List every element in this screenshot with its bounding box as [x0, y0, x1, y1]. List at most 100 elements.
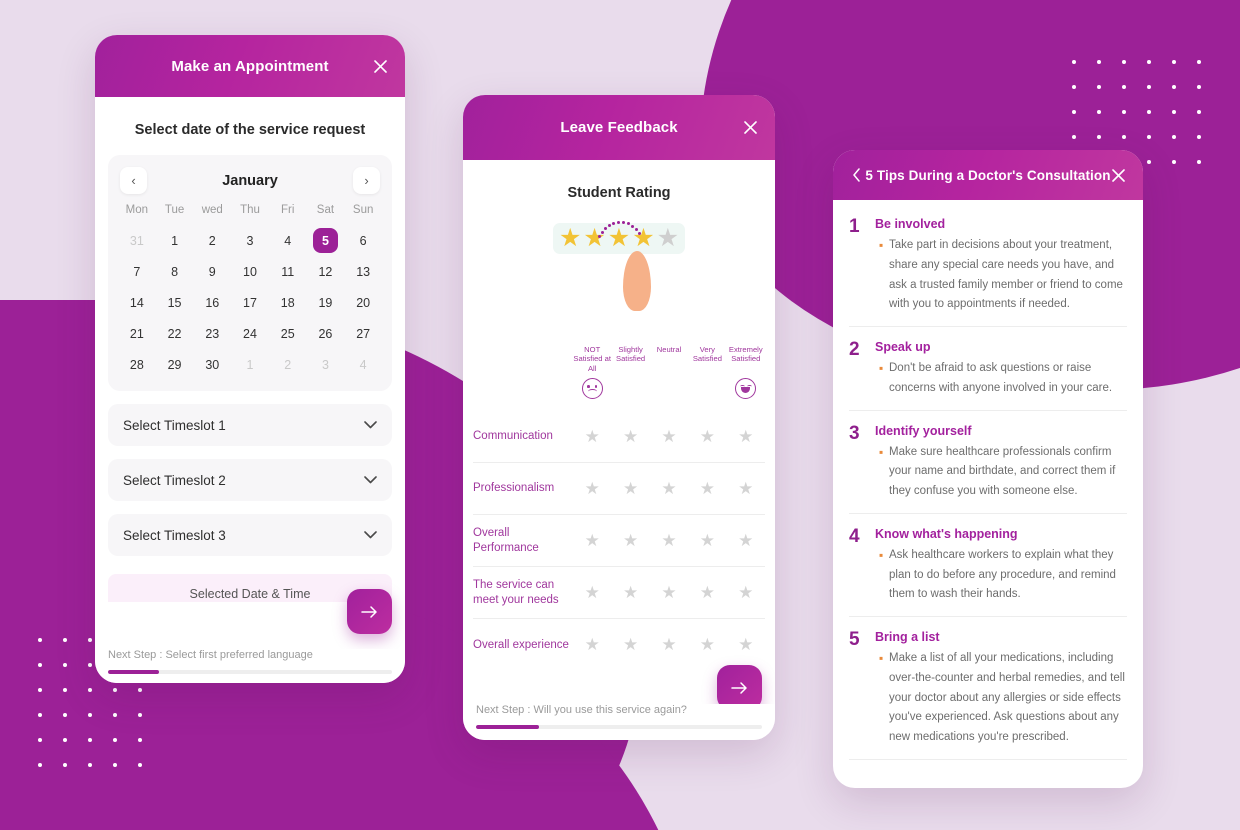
- timeslot-select-3[interactable]: Select Timeslot 3: [108, 514, 392, 556]
- arrow-right-icon: [731, 681, 747, 694]
- illustration-star: ★: [583, 224, 606, 252]
- feedback-card: Leave Feedback Student Rating ★ ★ ★ ★ ★ NOT …: [463, 95, 775, 740]
- tip-title: Identify yourself: [875, 423, 972, 438]
- bullet-icon: ▪: [879, 547, 884, 562]
- chevron-left-icon[interactable]: [845, 164, 867, 186]
- tip-text: ▪ Take part in decisions about your treat…: [875, 236, 1127, 315]
- calendar-day[interactable]: 28: [118, 352, 156, 377]
- calendar-day[interactable]: 15: [156, 290, 194, 315]
- rating-star[interactable]: ★: [623, 635, 638, 655]
- tip-item: 2 Speak up ▪ Don't be afraid to ask questio…: [849, 327, 1127, 411]
- tip-paragraph: Make a list of all your medications, inc…: [889, 652, 1125, 744]
- calendar-weekday: Sun: [352, 204, 374, 216]
- rating-star[interactable]: ★: [738, 479, 753, 499]
- timeslot-select-2[interactable]: Select Timeslot 2: [108, 459, 392, 501]
- rating-star[interactable]: ★: [585, 531, 600, 551]
- appointment-next-button[interactable]: [347, 589, 392, 634]
- rating-star[interactable]: ★: [661, 479, 676, 499]
- calendar-day[interactable]: 4: [344, 352, 382, 377]
- calendar-day[interactable]: 4: [269, 228, 307, 253]
- calendar-day[interactable]: 23: [193, 321, 231, 346]
- chevron-down-icon: [364, 528, 377, 542]
- rating-star[interactable]: ★: [585, 479, 600, 499]
- rating-star[interactable]: ★: [623, 531, 638, 551]
- chevron-right-icon[interactable]: ›: [353, 167, 380, 194]
- calendar-day[interactable]: 13: [344, 259, 382, 284]
- rating-scale-labels: NOT Satisfied at All Slightly Satisfied Ne…: [473, 345, 765, 373]
- calendar-weekday: Tue: [164, 204, 185, 216]
- rating-star[interactable]: ★: [585, 635, 600, 655]
- scale-label: Neutral: [656, 345, 682, 354]
- calendar-day[interactable]: 27: [344, 321, 382, 346]
- scale-label: NOT Satisfied at All: [573, 345, 611, 373]
- timeslot-label: Select Timeslot 2: [123, 472, 226, 488]
- chevron-down-icon: [364, 473, 377, 487]
- rating-star[interactable]: ★: [585, 583, 600, 603]
- close-icon[interactable]: [739, 117, 761, 139]
- rating-star[interactable]: ★: [661, 635, 676, 655]
- calendar-day[interactable]: 1: [231, 352, 269, 377]
- rating-star[interactable]: ★: [738, 427, 753, 447]
- calendar-weekday: Thu: [240, 204, 260, 216]
- rating-star[interactable]: ★: [661, 531, 676, 551]
- rating-star[interactable]: ★: [738, 531, 753, 551]
- tip-title: Know what's happening: [875, 526, 1018, 541]
- calendar-day[interactable]: 3: [307, 352, 345, 377]
- calendar-day[interactable]: 21: [118, 321, 156, 346]
- calendar-day[interactable]: 11: [269, 259, 307, 284]
- calendar-day[interactable]: 2: [269, 352, 307, 377]
- rating-star[interactable]: ★: [623, 583, 638, 603]
- calendar-day[interactable]: 22: [156, 321, 194, 346]
- calendar-day[interactable]: 2: [193, 228, 231, 253]
- calendar-day[interactable]: 6: [344, 228, 382, 253]
- calendar-day[interactable]: 9: [193, 259, 231, 284]
- calendar-day[interactable]: 14: [118, 290, 156, 315]
- rating-star[interactable]: ★: [661, 427, 676, 447]
- rating-row: The service can meet your needs ★ ★ ★ ★ ★: [473, 567, 765, 620]
- rating-row: Overall experience ★ ★ ★ ★ ★: [473, 619, 765, 671]
- calendar-day[interactable]: 12: [307, 259, 345, 284]
- rating-star[interactable]: ★: [585, 427, 600, 447]
- rating-star[interactable]: ★: [700, 583, 715, 603]
- happy-face-icon: [735, 378, 757, 400]
- calendar-day[interactable]: 1: [156, 228, 194, 253]
- calendar-day[interactable]: 8: [156, 259, 194, 284]
- calendar-day[interactable]: 29: [156, 352, 194, 377]
- calendar-day[interactable]: 3: [231, 228, 269, 253]
- calendar-day-selected[interactable]: 5: [312, 228, 338, 253]
- calendar-day[interactable]: 19: [307, 290, 345, 315]
- rating-star[interactable]: ★: [700, 427, 715, 447]
- calendar-day[interactable]: 30: [193, 352, 231, 377]
- calendar-day[interactable]: 7: [118, 259, 156, 284]
- rating-star[interactable]: ★: [700, 479, 715, 499]
- rating-row: Overall Performance ★ ★ ★ ★ ★: [473, 515, 765, 568]
- rating-row: Professionalism ★ ★ ★ ★ ★: [473, 463, 765, 516]
- rating-star[interactable]: ★: [738, 583, 753, 603]
- tip-number: 2: [849, 339, 860, 361]
- calendar-day[interactable]: 25: [269, 321, 307, 346]
- calendar-day[interactable]: 10: [231, 259, 269, 284]
- rating-star[interactable]: ★: [623, 427, 638, 447]
- rating-star[interactable]: ★: [738, 635, 753, 655]
- calendar-day[interactable]: 20: [344, 290, 382, 315]
- rating-star[interactable]: ★: [700, 531, 715, 551]
- chevron-left-icon[interactable]: ‹: [120, 167, 147, 194]
- calendar-day[interactable]: 16: [193, 290, 231, 315]
- feedback-progress-bar: [476, 725, 762, 729]
- timeslot-label: Select Timeslot 1: [123, 417, 226, 433]
- rating-star[interactable]: ★: [623, 479, 638, 499]
- timeslot-select-1[interactable]: Select Timeslot 1: [108, 404, 392, 446]
- calendar-day[interactable]: 31: [118, 228, 156, 253]
- close-icon[interactable]: [1107, 164, 1129, 186]
- close-icon[interactable]: [369, 55, 391, 77]
- rating-star[interactable]: ★: [700, 635, 715, 655]
- rating-row-label: Overall Performance: [473, 527, 539, 554]
- calendar-day[interactable]: 18: [269, 290, 307, 315]
- calendar-day[interactable]: 26: [307, 321, 345, 346]
- rating-illustration: ★ ★ ★ ★ ★: [463, 221, 775, 331]
- calendar-day[interactable]: 24: [231, 321, 269, 346]
- rating-star[interactable]: ★: [661, 583, 676, 603]
- illustration-star: ★: [558, 224, 582, 252]
- calendar-day[interactable]: 17: [231, 290, 269, 315]
- rating-row-label: Overall experience: [473, 638, 569, 651]
